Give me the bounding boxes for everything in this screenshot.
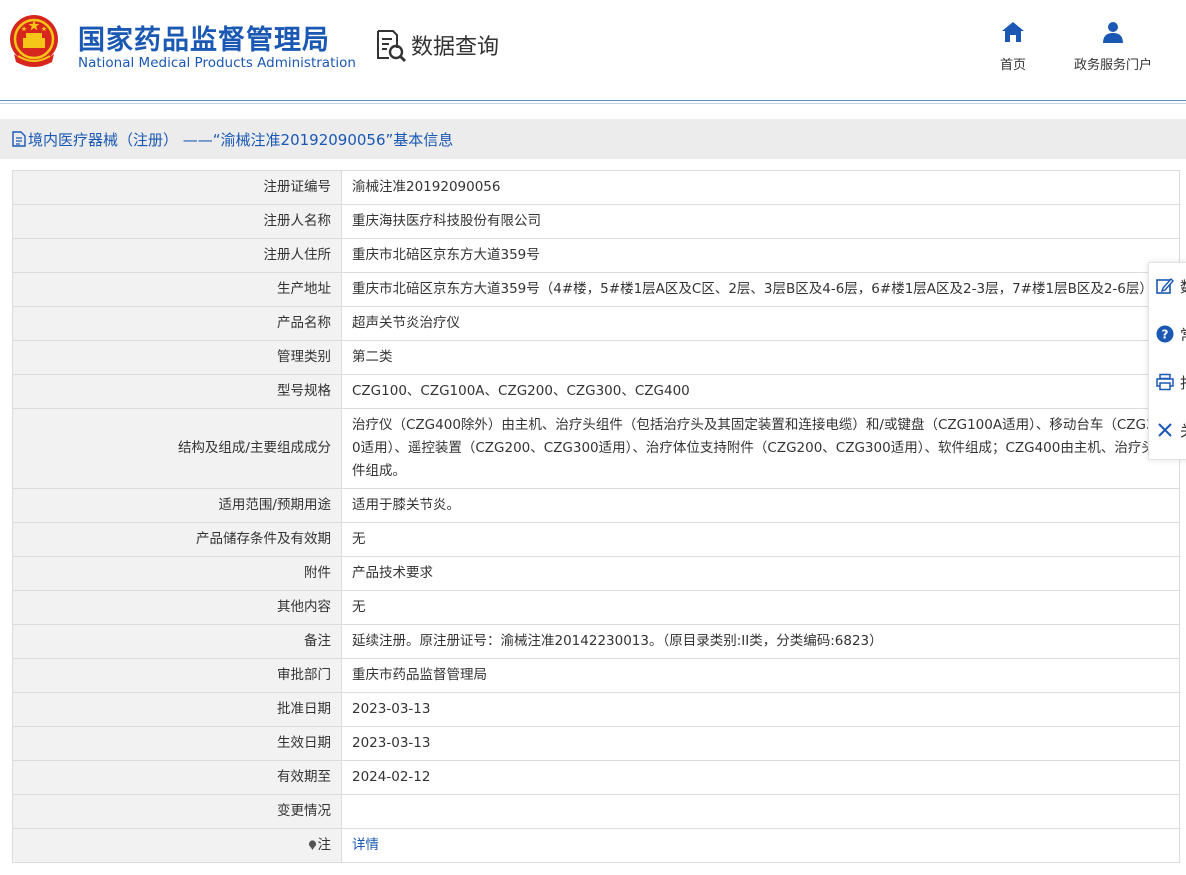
close-icon bbox=[1158, 423, 1172, 437]
field-value: 重庆海扶医疗科技股份有限公司 bbox=[341, 204, 1180, 239]
field-value: 重庆市药品监督管理局 bbox=[341, 658, 1180, 693]
data-query-heading[interactable]: 数据查询 bbox=[375, 28, 499, 62]
field-label: 注册证编号 bbox=[12, 170, 342, 205]
side-tool-close[interactable]: 关 bbox=[1156, 415, 1186, 445]
table-row: 注册证编号 渝械注准20192090056 bbox=[12, 170, 1180, 205]
table-row: 管理类别 第二类 bbox=[12, 340, 1180, 375]
field-value: 渝械注准20192090056 bbox=[341, 170, 1180, 205]
table-row: 变更情况 bbox=[12, 794, 1180, 829]
table-row: 附件 产品技术要求 bbox=[12, 556, 1180, 591]
nav-home-label: 首页 bbox=[999, 58, 1026, 73]
field-label: 注册人名称 bbox=[12, 204, 342, 239]
table-row: 生效日期 2023-03-13 bbox=[12, 726, 1180, 761]
field-label: 产品名称 bbox=[12, 306, 342, 341]
user-icon bbox=[1103, 22, 1123, 43]
table-row: 注册人名称 重庆海扶医疗科技股份有限公司 bbox=[12, 204, 1180, 239]
table-row: 其他内容无 bbox=[12, 590, 1180, 625]
data-query-label: 数据查询 bbox=[411, 35, 500, 60]
national-emblem-icon bbox=[10, 15, 58, 67]
field-value bbox=[341, 794, 1180, 829]
field-label: 生产地址 bbox=[12, 272, 342, 307]
field-label: 有效期至 bbox=[12, 760, 342, 795]
field-label: 备注 bbox=[12, 624, 342, 659]
table-row: 备注 延续注册。原注册证号：渝械注准20142230013。（原目录类别:II类，… bbox=[12, 624, 1180, 659]
side-tool-label: 打 bbox=[1180, 372, 1186, 393]
table-row: 批准日期 2023-03-13 bbox=[12, 692, 1180, 727]
breadcrumb: 境内医疗器械（注册） ——“渝械注准20192090056”基本信息 bbox=[0, 119, 1186, 159]
field-label: 结构及组成/主要组成成分 bbox=[12, 408, 342, 489]
table-row: 型号规格 CZG100、CZG100A、CZG200、CZG300、CZG400 bbox=[12, 374, 1180, 409]
svg-text:?: ? bbox=[1162, 328, 1169, 342]
table-row: 产品名称 超声关节炎治疗仪 bbox=[12, 306, 1180, 341]
side-tool-label: 数 bbox=[1180, 276, 1186, 297]
nav-home[interactable]: 首页 bbox=[994, 20, 1032, 73]
field-value: 无 bbox=[341, 590, 1180, 625]
table-row: 适用范围/预期用途 适用于膝关节炎。 bbox=[12, 488, 1180, 523]
field-label: 注 bbox=[12, 828, 342, 863]
nav-portal-label: 政务服务门户 bbox=[1073, 58, 1152, 73]
table-row: 有效期至 2024-02-12 bbox=[12, 760, 1180, 795]
field-value: 适用于膝关节炎。 bbox=[341, 488, 1180, 523]
side-tool-edit[interactable]: 数 bbox=[1156, 271, 1186, 301]
table-row: 注册人住所 重庆市北碚区京东方大道359号 bbox=[12, 238, 1180, 273]
table-row: 生产地址 重庆市北碚区京东方大道359号（4#楼，5#楼1层A区及C区、2层、3层… bbox=[12, 272, 1180, 307]
field-label: 注册人住所 bbox=[12, 238, 342, 273]
field-label: 型号规格 bbox=[12, 374, 342, 409]
site-header: 国家药品监督管理局 National Medical Products Admi… bbox=[0, 0, 1186, 100]
field-label: 管理类别 bbox=[12, 340, 342, 375]
header-divider bbox=[0, 100, 1186, 101]
field-label: 适用范围/预期用途 bbox=[12, 488, 342, 523]
field-value: 详情 bbox=[341, 828, 1180, 863]
site-subtitle: National Medical Products Administration bbox=[78, 55, 356, 71]
field-value: 重庆市北碚区京东方大道359号 bbox=[341, 238, 1180, 273]
print-icon bbox=[1156, 373, 1174, 391]
home-icon bbox=[1002, 22, 1024, 42]
record-detail-table: 注册证编号 渝械注准20192090056 注册人名称 重庆海扶医疗科技股份有限公司… bbox=[12, 170, 1180, 863]
field-value: 第二类 bbox=[341, 340, 1180, 375]
details-link[interactable]: 详情 bbox=[352, 837, 379, 853]
field-value: 延续注册。原注册证号：渝械注准20142230013。（原目录类别:II类，分类… bbox=[341, 624, 1180, 659]
field-value: 2023-03-13 bbox=[341, 726, 1180, 761]
field-label: 生效日期 bbox=[12, 726, 342, 761]
edit-icon bbox=[1156, 277, 1174, 294]
header-divider-secondary bbox=[0, 103, 1186, 104]
side-tool-label: 关 bbox=[1180, 420, 1186, 441]
field-value: 产品技术要求 bbox=[341, 556, 1180, 591]
field-value: 2024-02-12 bbox=[341, 760, 1180, 795]
side-toolbar: 数 ? 常 打 关 bbox=[1148, 262, 1186, 460]
help-icon: ? bbox=[1156, 325, 1174, 343]
field-value: 2023-03-13 bbox=[341, 692, 1180, 727]
field-label: 产品储存条件及有效期 bbox=[12, 522, 342, 557]
field-value: 重庆市北碚区京东方大道359号（4#楼，5#楼1层A区及C区、2层、3层B区及4… bbox=[341, 272, 1180, 307]
table-row: 注 详情 bbox=[12, 828, 1180, 863]
breadcrumb-text: 境内医疗器械（注册） ——“渝械注准20192090056”基本信息 bbox=[28, 131, 454, 149]
field-label: 附件 bbox=[12, 556, 342, 591]
document-icon bbox=[12, 131, 26, 147]
table-row: 审批部门 重庆市药品监督管理局 bbox=[12, 658, 1180, 693]
field-label: 变更情况 bbox=[12, 794, 342, 829]
field-value: 治疗仪（CZG400除外）由主机、治疗头组件（包括治疗头及其固定装置和连接电缆）… bbox=[341, 408, 1180, 489]
side-tool-help[interactable]: ? 常 bbox=[1156, 319, 1186, 349]
table-row: 结构及组成/主要组成成分 治疗仪（CZG400除外）由主机、治疗头组件（包括治疗头… bbox=[12, 408, 1180, 489]
side-tool-label: 常 bbox=[1180, 324, 1186, 345]
table-row: 产品储存条件及有效期无 bbox=[12, 522, 1180, 557]
field-label: 其他内容 bbox=[12, 590, 342, 625]
field-label: 审批部门 bbox=[12, 658, 342, 693]
site-title: 国家药品监督管理局 bbox=[78, 25, 330, 56]
note-label: 注 bbox=[317, 837, 332, 853]
field-value: 无 bbox=[341, 522, 1180, 557]
location-pin-icon bbox=[308, 840, 316, 850]
field-value: 超声关节炎治疗仪 bbox=[341, 306, 1180, 341]
field-value: CZG100、CZG100A、CZG200、CZG300、CZG400 bbox=[341, 374, 1180, 409]
side-tool-print[interactable]: 打 bbox=[1156, 367, 1186, 397]
document-search-icon bbox=[377, 30, 406, 62]
field-label: 批准日期 bbox=[12, 692, 342, 727]
nav-service-portal[interactable]: 政务服务门户 bbox=[1064, 20, 1162, 73]
